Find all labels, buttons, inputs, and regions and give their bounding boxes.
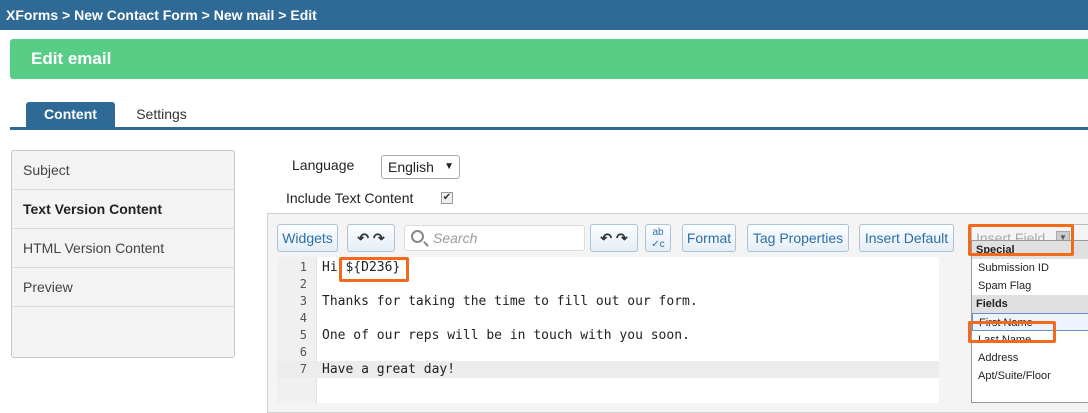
code-line: 4	[277, 310, 939, 327]
line-number: 1	[299, 260, 307, 274]
tab-settings[interactable]: Settings	[125, 102, 198, 127]
spellcheck-button[interactable]: ab ✓c	[645, 224, 671, 252]
line-number: 7	[299, 362, 307, 376]
dropdown-option-apt-suite-floor[interactable]: Apt/Suite/Floor	[972, 367, 1088, 385]
chevron-down-icon: ▼	[444, 161, 454, 172]
redo-icon[interactable]: ↷	[616, 230, 628, 246]
include-text-checkbox[interactable]: ✔	[441, 192, 453, 204]
undo-redo-button-2[interactable]: ↶ ↷	[590, 224, 638, 252]
sidebar-item-preview[interactable]: Preview	[12, 268, 234, 307]
language-select[interactable]: English ▼	[381, 155, 460, 179]
language-label: Language	[292, 157, 355, 173]
sidebar-item-text-version[interactable]: Text Version Content	[12, 190, 234, 229]
tag-properties-button[interactable]: Tag Properties	[747, 224, 849, 252]
line-text: Thanks for taking the time to fill out o…	[322, 294, 698, 309]
code-line: 6	[277, 344, 939, 361]
line-number: 6	[299, 345, 307, 359]
insert-default-button[interactable]: Insert Default	[859, 224, 954, 252]
tab-bar: Content Settings	[10, 102, 1088, 130]
highlight-box-first-name	[968, 321, 1056, 343]
code-line: 5 One of our reps will be in touch with …	[277, 327, 939, 344]
widgets-button[interactable]: Widgets	[277, 224, 338, 252]
search-icon	[411, 230, 424, 243]
line-text: One of our reps will be in touch with yo…	[322, 328, 690, 343]
highlight-box-tag	[339, 257, 409, 282]
line-number: 5	[299, 328, 307, 342]
search-box[interactable]	[404, 225, 585, 251]
dropdown-option-address[interactable]: Address	[972, 349, 1088, 367]
sidebar: Subject Text Version Content HTML Versio…	[11, 150, 235, 358]
undo-icon[interactable]: ↶	[357, 230, 369, 246]
undo-redo-button[interactable]: ↶ ↷	[347, 224, 395, 252]
line-number: 2	[299, 277, 307, 291]
code-line-active: 7 Have a great day!	[277, 361, 939, 378]
page-title: Edit email	[10, 39, 1088, 79]
dropdown-option-spam-flag[interactable]: Spam Flag	[972, 277, 1088, 295]
sidebar-item-html-version[interactable]: HTML Version Content	[12, 229, 234, 268]
line-number: 4	[299, 311, 307, 325]
breadcrumb: XForms > New Contact Form > New mail > E…	[0, 0, 1088, 30]
breadcrumb-text[interactable]: XForms > New Contact Form > New mail > E…	[6, 7, 317, 23]
format-button[interactable]: Format	[682, 224, 736, 252]
language-value: English	[388, 159, 434, 175]
tab-content[interactable]: Content	[26, 102, 115, 127]
spellcheck-icon: ab ✓c	[651, 227, 665, 250]
code-line: 3 Thanks for taking the time to fill out…	[277, 293, 939, 310]
dropdown-option-submission-id[interactable]: Submission ID	[972, 259, 1088, 277]
sidebar-item-subject[interactable]: Subject	[12, 151, 234, 190]
line-number: 3	[299, 294, 307, 308]
dropdown-group-fields: Fields	[972, 295, 1088, 313]
search-input[interactable]	[433, 229, 578, 247]
include-text-label: Include Text Content	[286, 190, 414, 206]
undo-icon[interactable]: ↶	[600, 230, 612, 246]
highlight-box-insert-field	[968, 224, 1074, 256]
redo-icon[interactable]: ↷	[373, 230, 385, 246]
line-text: Have a great day!	[322, 362, 456, 377]
